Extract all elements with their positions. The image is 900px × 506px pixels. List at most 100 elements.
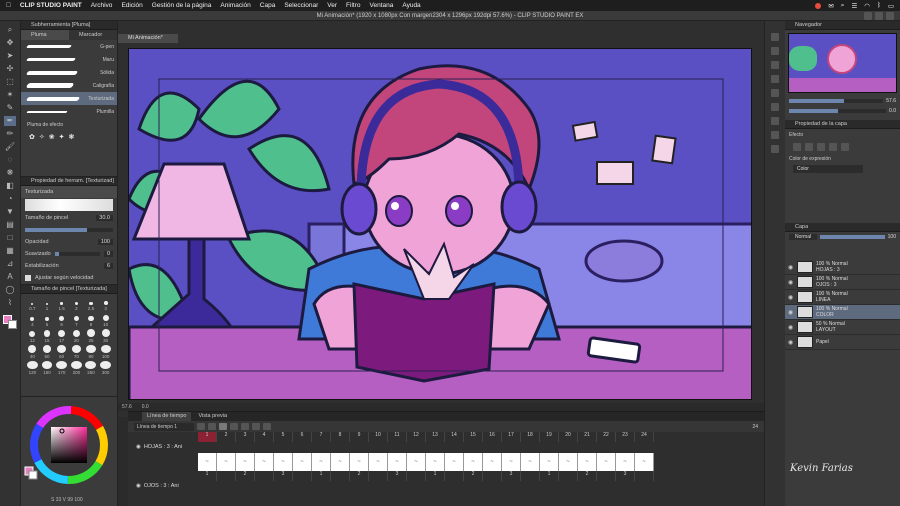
cel-thumbnail[interactable]: ~	[597, 453, 616, 471]
track-thumbnails[interactable]: ~ ~ ~ ~ ~ ~ ~ ~ ~ ~ ~ ~ ~ ~ ~ ~ ~ ~ ~ ~ ~ ~ ~ ~	[128, 453, 764, 471]
frame-number[interactable]: 12	[407, 432, 426, 442]
frame-number[interactable]: 3	[236, 432, 255, 442]
menu-gestion-pagina[interactable]: Gestión de la página	[152, 2, 212, 9]
frame-number[interactable]: 14	[445, 432, 464, 442]
decoration-brush-icon[interactable]: ❃	[69, 133, 75, 141]
cel-number[interactable]: 1	[312, 471, 331, 481]
balloon-tool-icon[interactable]: ◯	[4, 285, 16, 295]
figure-tool-icon[interactable]: □	[4, 233, 16, 243]
rotation-readout[interactable]: 0.0	[142, 403, 149, 411]
navigator-zoom-value[interactable]: 57.6	[886, 98, 896, 104]
cel-number[interactable]	[369, 471, 388, 481]
brush-size-option[interactable]: 15	[41, 329, 54, 343]
tab-pluma[interactable]: Pluma	[21, 30, 69, 40]
layer-row[interactable]: ◉ Papel	[785, 335, 900, 350]
artwork-canvas[interactable]	[128, 48, 752, 400]
brush-size-option[interactable]: 250	[85, 361, 98, 375]
cel-number[interactable]: 3	[502, 471, 521, 481]
eye-icon[interactable]: ◉	[788, 279, 794, 286]
blend-mode-select[interactable]: Normal	[789, 234, 818, 240]
effect-icon[interactable]	[793, 143, 801, 151]
effect-icon[interactable]	[829, 143, 837, 151]
color-swatches[interactable]	[3, 315, 17, 329]
decoration-pen-row[interactable]: ✿ ✧ ❀ ✦ ❃	[21, 131, 117, 143]
cel-number[interactable]: 1	[426, 471, 445, 481]
cel-number[interactable]	[255, 471, 274, 481]
layout-icon[interactable]	[864, 12, 872, 20]
battery-icon[interactable]: ▭	[888, 2, 894, 10]
cel-number[interactable]: 1	[198, 471, 217, 481]
frame-number[interactable]: 24	[635, 432, 654, 442]
navigator-rotate-slider[interactable]	[789, 109, 887, 113]
layer-move-icon[interactable]: ✣	[4, 64, 16, 74]
cel-thumbnail[interactable]: ~	[407, 453, 426, 471]
speed-adjust-row[interactable]: Ajustar según velocidad	[21, 272, 117, 284]
tab-preview[interactable]: Vista previa	[193, 412, 232, 421]
effect-icon[interactable]	[841, 143, 849, 151]
smoothing-row[interactable]: Suavizado 0	[21, 248, 117, 260]
brush-size-option[interactable]: 70	[70, 345, 83, 359]
settings-icon[interactable]	[886, 12, 894, 20]
brush-size-option[interactable]: 300	[99, 361, 112, 375]
menu-edicion[interactable]: Edición	[121, 2, 142, 9]
brush-item[interactable]: Maru	[21, 53, 117, 66]
brush-size-option[interactable]: 40	[26, 345, 39, 359]
brush-size-option[interactable]: 50	[41, 345, 54, 359]
text-tool-icon[interactable]: A	[4, 272, 16, 282]
cel-number[interactable]	[445, 471, 464, 481]
brush-item[interactable]: Caligrafía	[21, 79, 117, 92]
cel-number[interactable]	[407, 471, 426, 481]
frame-number[interactable]: 13	[426, 432, 445, 442]
menu-archivo[interactable]: Archivo	[91, 2, 113, 9]
frame-number[interactable]: 20	[559, 432, 578, 442]
menu-filtro[interactable]: Filtro	[346, 2, 360, 9]
zoom-readout[interactable]: 57.6	[122, 403, 132, 411]
panel-toggle-icon[interactable]	[771, 47, 779, 55]
pen-tool-icon[interactable]: ✒	[4, 116, 16, 126]
brush-size-option[interactable]: 0.7	[26, 297, 39, 311]
cel-number[interactable]	[217, 471, 236, 481]
eye-icon[interactable]: ◉	[788, 324, 794, 331]
panel-toggle-icon[interactable]	[771, 117, 779, 125]
smoothing-slider[interactable]	[54, 252, 100, 256]
frame-number[interactable]: 5	[274, 432, 293, 442]
frame-number[interactable]: 2	[217, 432, 236, 442]
panel-toggle-icon[interactable]	[771, 89, 779, 97]
cel-thumbnail[interactable]: ~	[502, 453, 521, 471]
tab-timeline[interactable]: Línea de tiempo	[142, 412, 192, 421]
menu-animacion[interactable]: Animación	[220, 2, 250, 9]
frame-number[interactable]: 9	[350, 432, 369, 442]
layer-row[interactable]: ◉ 100 % Normal LINEA	[785, 290, 900, 305]
cel-thumbnail[interactable]: ~	[445, 453, 464, 471]
auto-select-icon[interactable]: ✶	[4, 90, 16, 100]
cel-thumbnail[interactable]: ~	[274, 453, 293, 471]
menu-seleccionar[interactable]: Seleccionar	[284, 2, 318, 9]
cel-number[interactable]	[293, 471, 312, 481]
brush-size-option[interactable]: 1.5	[55, 297, 68, 311]
brush-item-selected[interactable]: Texturizada	[21, 92, 117, 105]
ruler-tool-icon[interactable]: ⊿	[4, 259, 16, 269]
brush-size-option[interactable]: 170	[55, 361, 68, 375]
brush-item[interactable]: Plumilla	[21, 105, 117, 118]
track-cell-numbers[interactable]: 1 2 3 1 2 3 1 2 3 1 2 3	[128, 471, 764, 481]
brush-size-option[interactable]: 200	[70, 361, 83, 375]
cel-thumbnail[interactable]: ~	[255, 453, 274, 471]
panel-toggle-icon[interactable]	[771, 75, 779, 83]
cel-thumbnail[interactable]: ~	[369, 453, 388, 471]
frame-number[interactable]: 1	[198, 432, 217, 442]
timeline-track[interactable]: ◉ HOJAS : 3 : Ani	[128, 442, 764, 453]
zoom-tool-icon[interactable]: ⌕	[4, 25, 16, 35]
share-icon[interactable]	[875, 12, 883, 20]
cel-thumbnail[interactable]: ~	[236, 453, 255, 471]
cel-thumbnail[interactable]: ~	[293, 453, 312, 471]
cel-number[interactable]: 2	[578, 471, 597, 481]
frame-number[interactable]: 6	[293, 432, 312, 442]
panel-toggle-icon[interactable]	[771, 131, 779, 139]
sub-color-swatch[interactable]	[8, 320, 17, 329]
cel-number[interactable]	[597, 471, 616, 481]
layer-opacity-slider[interactable]	[820, 235, 885, 239]
cel-thumbnail[interactable]: ~	[388, 453, 407, 471]
next-frame-icon[interactable]	[230, 423, 238, 430]
brush-size-option[interactable]: 12	[26, 329, 39, 343]
brush-size-option[interactable]: 4	[26, 313, 39, 327]
